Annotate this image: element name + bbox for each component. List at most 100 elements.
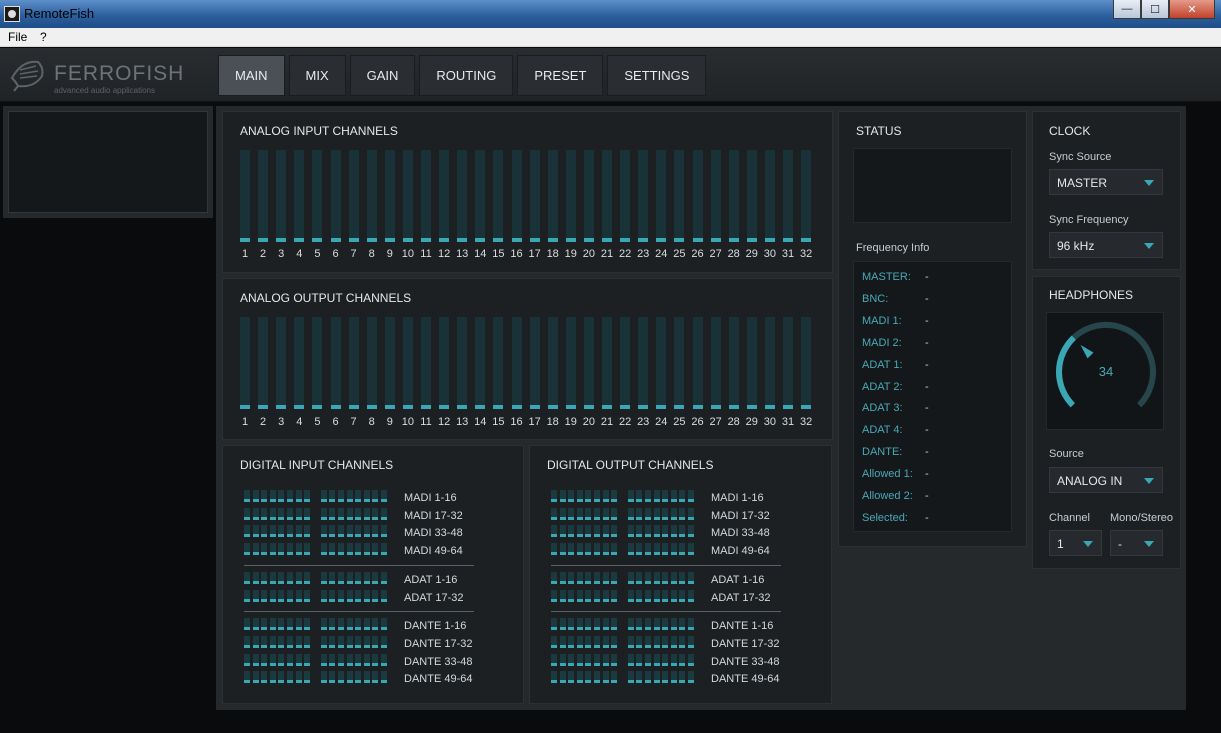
digital-channel-row <box>551 490 701 502</box>
channel-meter <box>457 150 468 242</box>
channel-number: 6 <box>332 248 339 260</box>
channel-meter <box>688 543 694 555</box>
channel-meter <box>304 636 311 648</box>
close-button[interactable]: ✕ <box>1169 0 1215 19</box>
tab-preset[interactable]: PRESET <box>517 55 604 96</box>
channel-meter <box>294 150 305 242</box>
sync-frequency-select[interactable]: 96 kHz <box>1049 232 1163 258</box>
channel-meter <box>710 317 721 409</box>
tab-mix[interactable]: MIX <box>288 55 346 96</box>
channel-meter <box>662 543 669 555</box>
channel-meter <box>585 671 592 683</box>
channel-meter <box>645 671 651 683</box>
channel-meter <box>611 490 618 502</box>
channel-meter <box>363 618 370 630</box>
digital-channel-row <box>244 618 394 630</box>
channel-meter <box>679 490 686 502</box>
channel-meter <box>329 671 336 683</box>
channel-meter <box>320 508 327 520</box>
frequency-source-label: ADAT 4: <box>862 424 903 437</box>
channel-meter <box>372 618 379 630</box>
digital-group-label: MADI 1-16 <box>404 492 457 504</box>
frequency-source-label: MADI 1: <box>862 314 902 327</box>
channel-meter <box>355 590 362 602</box>
channel-meter <box>355 671 362 683</box>
channel-meter <box>312 317 323 409</box>
channel-number: 18 <box>546 416 559 428</box>
group-divider <box>551 565 781 566</box>
channel-meter <box>636 671 643 683</box>
digital-group-label: ADAT 1-16 <box>404 574 458 586</box>
frequency-source-label: BNC: <box>862 292 889 305</box>
channel-meter <box>636 525 643 537</box>
channel-meter <box>304 525 311 537</box>
channel-meter <box>475 317 486 409</box>
channel-number: 1 <box>241 248 249 260</box>
channel-meter <box>338 490 344 502</box>
channel-meter <box>348 317 359 409</box>
channel-meter <box>653 671 660 683</box>
channel-meter <box>594 654 600 666</box>
sync-source-value: MASTER <box>1057 176 1108 190</box>
channel-meter <box>381 671 387 683</box>
digital-channel-row <box>551 671 701 683</box>
channel-meter <box>320 490 327 502</box>
channel-meter <box>381 525 387 537</box>
channel-meter <box>627 654 634 666</box>
channel-meter <box>568 618 575 630</box>
channel-meter <box>295 654 302 666</box>
menu-file[interactable]: File <box>8 30 27 44</box>
channel-number: 10 <box>401 416 415 428</box>
mono-stereo-select[interactable]: - <box>1110 530 1163 556</box>
channel-meter <box>304 671 311 683</box>
channel-number: 27 <box>709 248 722 260</box>
channel-meter <box>320 590 327 602</box>
channel-meter <box>653 654 660 666</box>
channel-meter <box>602 590 609 602</box>
channel-meter <box>252 543 259 555</box>
headphones-volume-knob[interactable]: 34 <box>1046 312 1164 430</box>
channel-meter <box>278 508 285 520</box>
channel-meter <box>529 150 540 242</box>
headphones-source-value: ANALOG IN <box>1057 474 1123 488</box>
analog-output-channel-numbers: 1 2 3 4 5 6 7 8 9 10 11 12 13 14 15 16 17 18 19 20 21 22 23 24 2… <box>240 416 820 430</box>
channel-meter <box>346 654 353 666</box>
digital-channel-row <box>551 654 701 666</box>
digital-input-title: DIGITAL INPUT CHANNELS <box>240 458 394 472</box>
channel-meter <box>252 636 259 648</box>
menu-help[interactable]: ? <box>40 30 47 44</box>
channel-meter <box>602 636 609 648</box>
channel-meter <box>384 317 395 409</box>
tab-settings[interactable]: SETTINGS <box>607 55 707 96</box>
channel-meter <box>692 150 703 242</box>
channel-meter <box>244 636 250 648</box>
channel-meter <box>493 150 504 242</box>
tab-gain[interactable]: GAIN <box>349 55 416 96</box>
channel-meter <box>372 654 379 666</box>
channel-meter <box>783 317 793 409</box>
tab-routing[interactable]: ROUTING <box>419 55 514 96</box>
channel-meter <box>355 572 362 584</box>
channel-meter <box>594 636 600 648</box>
channel-meter <box>551 654 557 666</box>
digital-channel-row <box>551 590 701 602</box>
channel-meter <box>381 590 387 602</box>
channel-meter <box>551 525 557 537</box>
tab-main[interactable]: MAIN <box>218 55 285 96</box>
sync-source-select[interactable]: MASTER <box>1049 169 1163 195</box>
channel-meter <box>627 543 634 555</box>
headphones-source-select[interactable]: ANALOG IN <box>1049 467 1163 493</box>
channel-select[interactable]: 1 <box>1049 530 1102 556</box>
channel-meter <box>269 525 276 537</box>
channel-meter <box>381 508 387 520</box>
channel-meter <box>568 543 575 555</box>
channel-meter <box>662 618 669 630</box>
channel-number: 17 <box>528 416 541 428</box>
maximize-button[interactable]: ☐ <box>1141 0 1169 19</box>
channel-meter <box>627 490 634 502</box>
channel-meter <box>287 572 293 584</box>
minimize-button[interactable]: — <box>1113 0 1141 19</box>
left-display <box>8 111 208 213</box>
channel-meter <box>240 317 250 409</box>
group-divider <box>244 611 474 612</box>
